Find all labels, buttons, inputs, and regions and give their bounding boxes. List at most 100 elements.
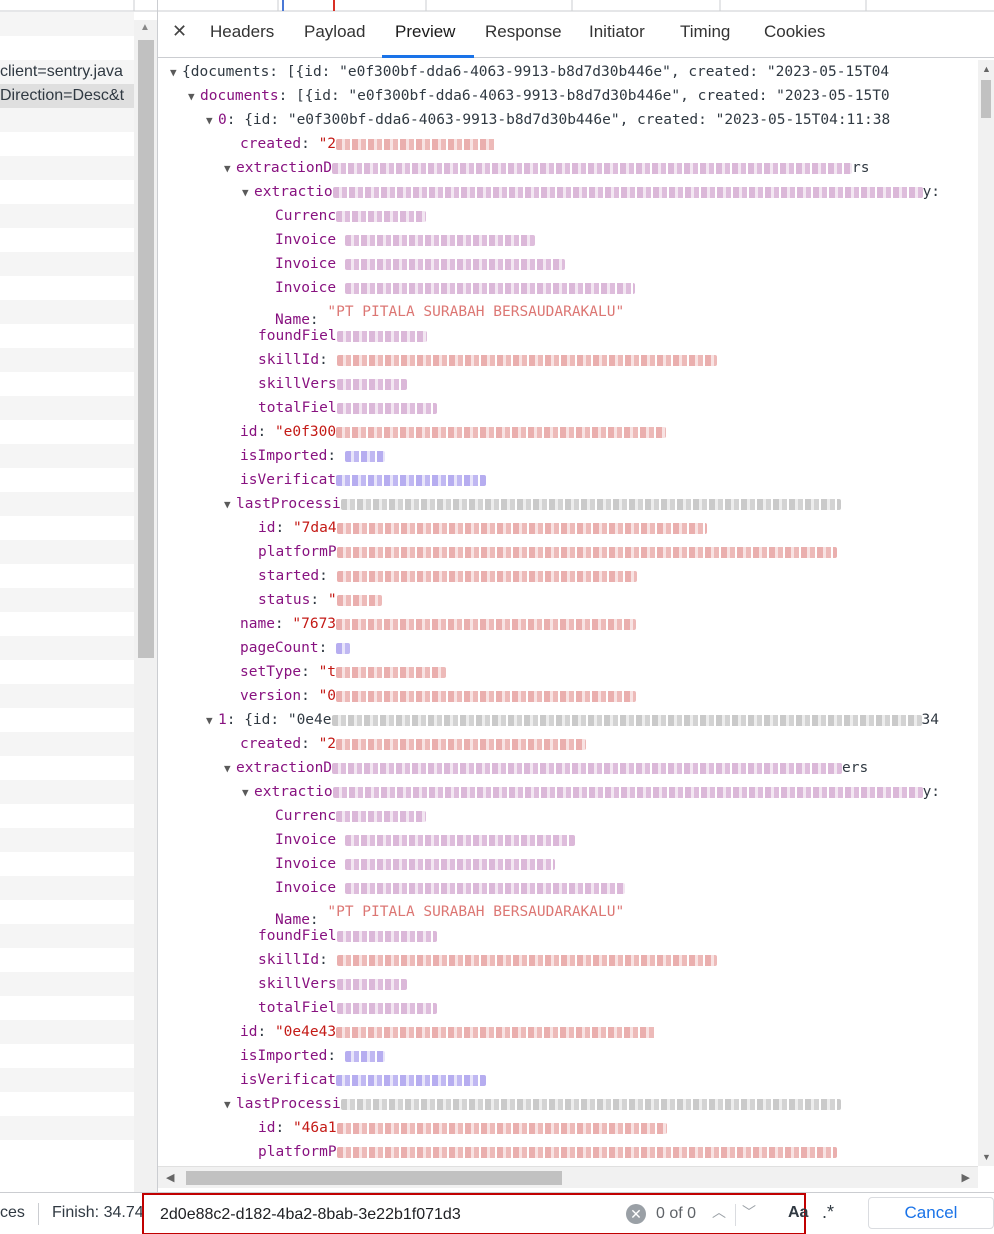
- request-row[interactable]: [0, 444, 134, 468]
- scroll-up-icon[interactable]: ▲: [982, 64, 991, 74]
- json-preview-tree[interactable]: ▼ {documents: [{id: "e0f300bf-dda6-4063-9…: [158, 60, 978, 1166]
- tree-node-extraction-key-fields[interactable]: ▼ extractio y:: [242, 180, 940, 204]
- request-row[interactable]: [0, 516, 134, 540]
- request-row[interactable]: [0, 924, 134, 948]
- scrollbar-thumb[interactable]: [186, 1171, 562, 1185]
- tab-initiator[interactable]: Initiator: [589, 22, 645, 42]
- request-row[interactable]: [0, 108, 134, 132]
- scroll-left-icon[interactable]: ◀: [166, 1171, 174, 1184]
- request-list-scrollbar[interactable]: ▲: [134, 20, 157, 1192]
- request-row[interactable]: [0, 1116, 134, 1140]
- tree-node-last-processing2[interactable]: ▼ lastProcessi: [224, 1092, 841, 1116]
- request-row[interactable]: [0, 324, 134, 348]
- request-row[interactable]: [0, 1092, 134, 1116]
- request-row[interactable]: [0, 660, 134, 684]
- request-row[interactable]: [0, 372, 134, 396]
- tab-payload[interactable]: Payload: [304, 22, 365, 42]
- tree-node-documents[interactable]: ▼ documents: [{id: "e0f300bf-dda6-4063-99…: [188, 84, 890, 108]
- tree-node-last-processing[interactable]: ▼ lastProcessi: [224, 492, 841, 516]
- scroll-right-icon[interactable]: ▶: [962, 1171, 970, 1184]
- request-row[interactable]: [0, 492, 134, 516]
- request-row[interactable]: [0, 996, 134, 1020]
- tree-line-id: id: "e0f300: [240, 420, 667, 444]
- scrollbar-thumb[interactable]: [138, 40, 154, 658]
- expanded-arrow-icon[interactable]: ▼: [170, 61, 182, 85]
- clear-icon[interactable]: ✕: [626, 1204, 646, 1224]
- request-list-pane[interactable]: client=sentry.java Direction=Desc&t ▲: [0, 0, 158, 1192]
- request-row[interactable]: [0, 156, 134, 180]
- tree-line-name3: Name: "PT PITALA SURABAH BERSAUDARAKALU": [275, 904, 625, 928]
- request-row[interactable]: [0, 756, 134, 780]
- request-row[interactable]: [0, 540, 134, 564]
- tab-response[interactable]: Response: [485, 22, 562, 42]
- request-row[interactable]: [0, 396, 134, 420]
- request-row[interactable]: [0, 732, 134, 756]
- request-row[interactable]: [0, 708, 134, 732]
- request-row[interactable]: [0, 780, 134, 804]
- expanded-arrow-icon[interactable]: ▼: [188, 85, 200, 109]
- tab-cookies[interactable]: Cookies: [764, 22, 825, 42]
- tree-node-item-0[interactable]: ▼ 0: {id: "e0f300bf-dda6-4063-9913-b8d7d3…: [206, 108, 890, 132]
- request-row[interactable]: [0, 804, 134, 828]
- request-row[interactable]: [0, 1020, 134, 1044]
- tree-line-skill-version: skillVers: [258, 372, 407, 396]
- request-row[interactable]: [0, 636, 134, 660]
- request-row[interactable]: [0, 204, 134, 228]
- request-row[interactable]: [0, 300, 134, 324]
- request-row[interactable]: Direction=Desc&t: [0, 84, 134, 108]
- preview-horizontal-scrollbar[interactable]: ◀ ▶: [158, 1166, 978, 1188]
- scroll-down-icon[interactable]: ▼: [982, 1152, 991, 1162]
- request-row[interactable]: [0, 684, 134, 708]
- request-row[interactable]: [0, 276, 134, 300]
- expanded-arrow-icon[interactable]: ▼: [242, 781, 254, 805]
- close-icon[interactable]: ✕: [172, 21, 187, 42]
- tab-headers[interactable]: Headers: [210, 22, 274, 42]
- expanded-arrow-icon[interactable]: ▼: [224, 157, 236, 181]
- request-row[interactable]: [0, 972, 134, 996]
- request-row[interactable]: [0, 612, 134, 636]
- request-row[interactable]: [0, 252, 134, 276]
- preview-vertical-scrollbar[interactable]: ▲ ▼: [978, 60, 994, 1166]
- request-row[interactable]: [0, 348, 134, 372]
- scrollbar-thumb[interactable]: [981, 80, 991, 118]
- chevron-down-icon[interactable]: ﹀: [742, 1202, 756, 1222]
- request-row[interactable]: [0, 828, 134, 852]
- request-row[interactable]: [0, 948, 134, 972]
- chevron-up-icon[interactable]: ︿: [712, 1202, 726, 1222]
- request-row[interactable]: [0, 420, 134, 444]
- request-row[interactable]: [0, 36, 134, 60]
- tab-preview[interactable]: Preview: [395, 22, 455, 42]
- request-row[interactable]: [0, 132, 134, 156]
- regex-toggle[interactable]: .*: [822, 1202, 834, 1223]
- tree-node-item-1[interactable]: ▼ 1: {id: "0e4e 34: [206, 708, 939, 732]
- tree-line-lp-status: status: ": [258, 588, 382, 612]
- request-row[interactable]: [0, 228, 134, 252]
- expanded-arrow-icon[interactable]: ▼: [224, 1093, 236, 1117]
- request-row[interactable]: [0, 900, 134, 924]
- request-row[interactable]: [0, 468, 134, 492]
- tab-timing[interactable]: Timing: [680, 22, 730, 42]
- request-row[interactable]: [0, 180, 134, 204]
- tree-node-extraction-key-fields2[interactable]: ▼ extractio y:: [242, 780, 940, 804]
- request-row[interactable]: [0, 588, 134, 612]
- request-row[interactable]: [0, 12, 134, 36]
- scroll-up-icon[interactable]: ▲: [140, 22, 150, 33]
- search-input[interactable]: [160, 1202, 600, 1228]
- request-row[interactable]: [0, 1044, 134, 1068]
- request-row[interactable]: [0, 1140, 134, 1164]
- cancel-button[interactable]: Cancel: [868, 1197, 994, 1229]
- tree-node-extraction-data[interactable]: ▼ extractionD rs: [224, 156, 870, 180]
- expanded-arrow-icon[interactable]: ▼: [224, 493, 236, 517]
- request-row[interactable]: client=sentry.java: [0, 60, 134, 84]
- expanded-arrow-icon[interactable]: ▼: [206, 109, 218, 133]
- request-row[interactable]: [0, 1068, 134, 1092]
- tree-node-root[interactable]: ▼ {documents: [{id: "e0f300bf-dda6-4063-9…: [170, 60, 889, 84]
- expanded-arrow-icon[interactable]: ▼: [206, 709, 218, 733]
- request-row[interactable]: [0, 876, 134, 900]
- expanded-arrow-icon[interactable]: ▼: [224, 757, 236, 781]
- expanded-arrow-icon[interactable]: ▼: [242, 181, 254, 205]
- request-row[interactable]: [0, 852, 134, 876]
- tree-node-extraction-data2[interactable]: ▼ extractionD ers: [224, 756, 868, 780]
- match-case-toggle[interactable]: Aa: [788, 1204, 808, 1222]
- request-row[interactable]: [0, 564, 134, 588]
